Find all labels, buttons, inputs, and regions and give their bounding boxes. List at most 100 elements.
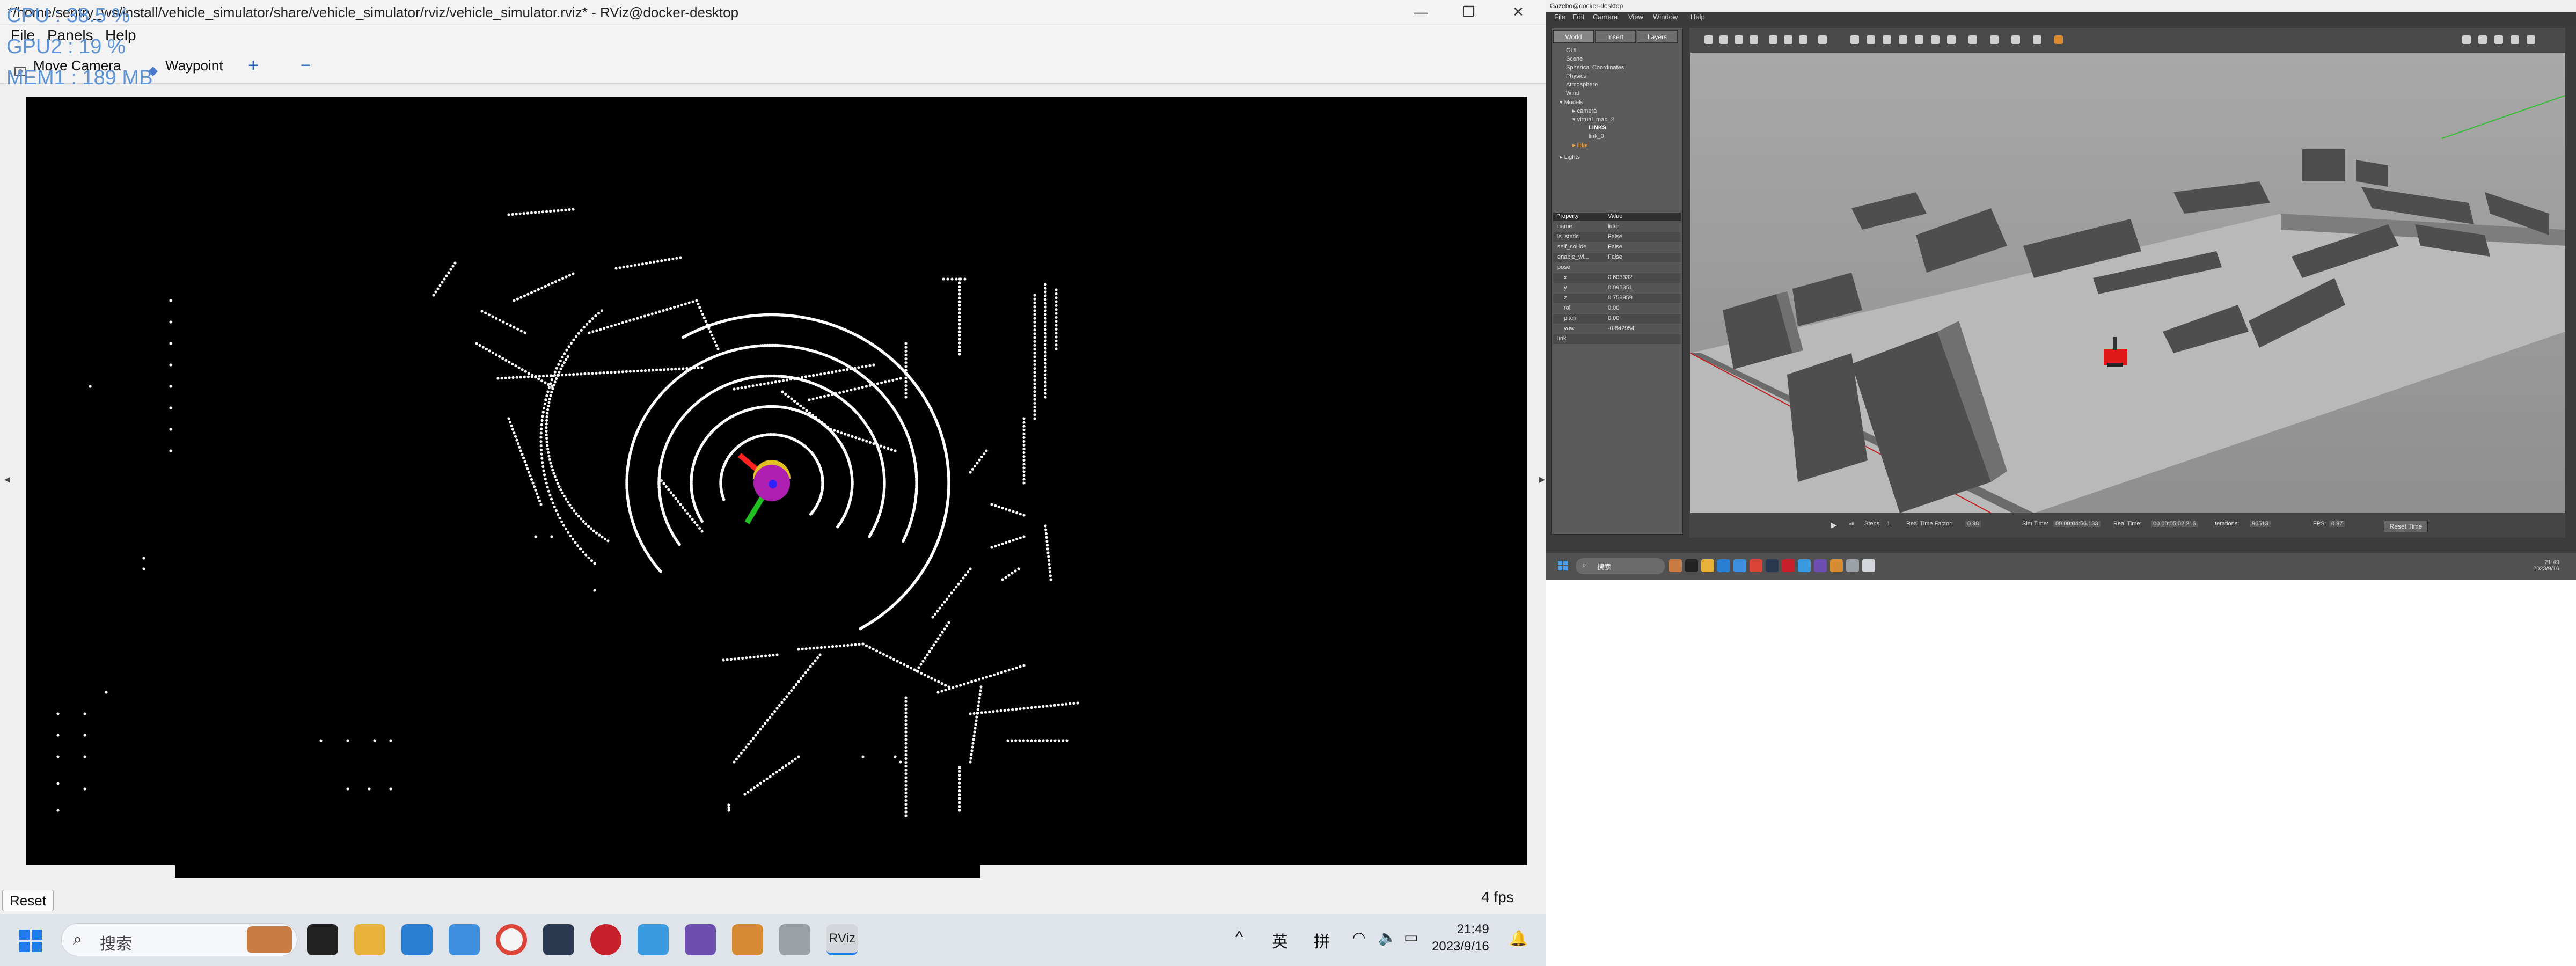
gz-menu-window[interactable]: Window [1653,13,1678,21]
gz-taskbar-app-icon[interactable] [1830,559,1843,572]
close-button[interactable]: ✕ [1493,0,1543,25]
gz-taskbar-app-icon[interactable] [1814,559,1827,572]
gz-taskbar-app-icon[interactable] [1669,559,1682,572]
tree-models[interactable]: ▾ Models [1560,99,1583,106]
scan-point [507,213,510,216]
gz-taskbar-app-icon[interactable] [1846,559,1859,572]
scan-point [494,353,498,356]
tree-scene[interactable]: Scene [1566,56,1583,62]
gazebo-title-bar[interactable]: Gazebo@docker-desktop [1546,0,2576,12]
tab-layers[interactable]: Layers [1637,30,1678,43]
reset-button[interactable]: Reset [2,890,54,911]
props-row[interactable]: x 0.603332 [1553,273,1681,283]
file-explorer-icon[interactable] [354,924,385,955]
scan-point [712,337,715,340]
ime-lang[interactable]: 英 [1272,928,1288,952]
scan-point [1042,739,1045,742]
gz-taskbar-app-icon[interactable] [1717,559,1730,572]
tree-camera[interactable]: ▸ camera [1572,107,1597,114]
tab-world[interactable]: World [1553,30,1594,43]
app-icon-10[interactable] [732,924,763,955]
tree-virtual-map[interactable]: ▾ virtual_map_2 [1572,116,1614,123]
scan-point [693,521,697,524]
ime-mode[interactable]: 拼 [1314,928,1330,952]
render-viewport[interactable] [26,97,1527,865]
app-icon-9[interactable] [685,924,716,955]
scan-point [1055,332,1058,335]
scan-point [518,445,521,449]
gz-taskbar-app-icon[interactable] [1782,559,1795,572]
gz-taskbar-app-icon[interactable] [1798,559,1811,572]
props-row[interactable]: is_static False [1553,232,1681,242]
scan-point [1022,421,1026,424]
props-row[interactable]: self_collide False [1553,243,1681,252]
start-icon[interactable] [18,928,43,953]
app-icon-11[interactable] [779,924,810,955]
scan-point [667,368,670,371]
steps-value[interactable]: 1 [1887,521,1890,527]
play-pause-icon[interactable]: ▶ [1831,521,1837,530]
props-row[interactable]: y 0.095351 [1553,283,1681,293]
gz-taskbar-app-icon[interactable] [1766,559,1779,572]
collapse-left-icon[interactable]: ◂ [4,472,10,486]
props-row[interactable]: pose [1553,263,1681,273]
app-icon-7[interactable] [590,924,621,955]
gz-menu-edit[interactable]: Edit [1572,13,1584,21]
tree-atmosphere[interactable]: Atmosphere [1566,82,1598,88]
scan-point [1018,739,1021,742]
props-row[interactable]: roll 0.00 [1553,304,1681,313]
step-icon[interactable]: ⏯ [1849,521,1854,528]
props-row[interactable]: pitch 0.00 [1553,314,1681,324]
taskbar-clock[interactable]: 21:49 2023/9/16 [1432,921,1489,955]
tree-spherical[interactable]: Spherical Coordinates [1566,64,1624,71]
wifi-icon[interactable]: ◠ [1352,928,1365,946]
gz-taskbar-app-icon[interactable] [1701,559,1714,572]
props-row[interactable]: link [1553,334,1681,344]
app-icon-6[interactable] [543,924,574,955]
props-row[interactable]: name lidar [1553,222,1681,232]
rviz-taskbar-icon[interactable]: RViz [826,924,858,955]
tree-lidar[interactable]: ▸ lidar [1572,142,1588,149]
tree-links[interactable]: LINKS [1589,125,1606,131]
props-row[interactable]: z 0.758959 [1553,294,1681,303]
waypoint-tool[interactable]: Waypoint [146,54,223,77]
gz-menu-help[interactable]: Help [1690,13,1705,21]
gz-taskbar-clock[interactable]: 21:49 2023/9/16 [2533,559,2559,572]
tree-link-0[interactable]: link_0 [1589,133,1604,140]
vscode-icon[interactable] [401,924,433,955]
tree-wind[interactable]: Wind [1566,90,1579,97]
volume-icon[interactable]: 🔈 [1378,928,1397,946]
props-value: False [1608,254,1622,260]
gz-taskbar-app-icon[interactable] [1733,559,1746,572]
minimize-button[interactable]: — [1395,0,1446,25]
restore-button[interactable]: ❐ [1444,0,1494,25]
gazebo-3d-scene[interactable] [1690,53,2566,514]
gz-start-icon[interactable] [1557,560,1568,571]
tree-lights[interactable]: ▸ Lights [1560,153,1580,160]
gz-menu-file[interactable]: File [1554,13,1565,21]
collapse-right-icon[interactable]: ▸ [1539,472,1545,486]
tree-physics[interactable]: Physics [1566,73,1586,79]
notification-icon[interactable]: 🔔 [1509,930,1528,947]
visual-studio-icon[interactable] [449,924,480,955]
terminal-icon[interactable] [307,924,338,955]
gz-menu-view[interactable]: View [1628,13,1643,21]
props-row[interactable]: yaw -0.842954 [1553,324,1681,334]
props-row[interactable]: enable_wi... False [1553,253,1681,262]
tray-chevron-icon[interactable]: ^ [1235,928,1243,947]
gz-menu-camera[interactable]: Camera [1593,13,1618,21]
gz-taskbar-app-icon[interactable] [1750,559,1762,572]
remove-tool-button[interactable]: − [301,54,311,77]
reset-time-button[interactable]: Reset Time [2384,521,2428,532]
gz-taskbar-app-icon[interactable] [1685,559,1698,572]
docker-icon[interactable] [638,924,669,955]
tree-gui[interactable]: GUI [1566,47,1577,54]
add-tool-button[interactable]: + [248,54,259,77]
gz-taskbar-app-icon[interactable] [1862,559,1875,572]
tab-insert[interactable]: Insert [1595,30,1636,43]
chrome-icon[interactable] [496,924,527,955]
gz-taskbar-search[interactable] [1576,558,1665,574]
scan-point [697,302,700,305]
scan-point [891,378,895,382]
battery-icon[interactable]: ▭ [1404,928,1418,946]
